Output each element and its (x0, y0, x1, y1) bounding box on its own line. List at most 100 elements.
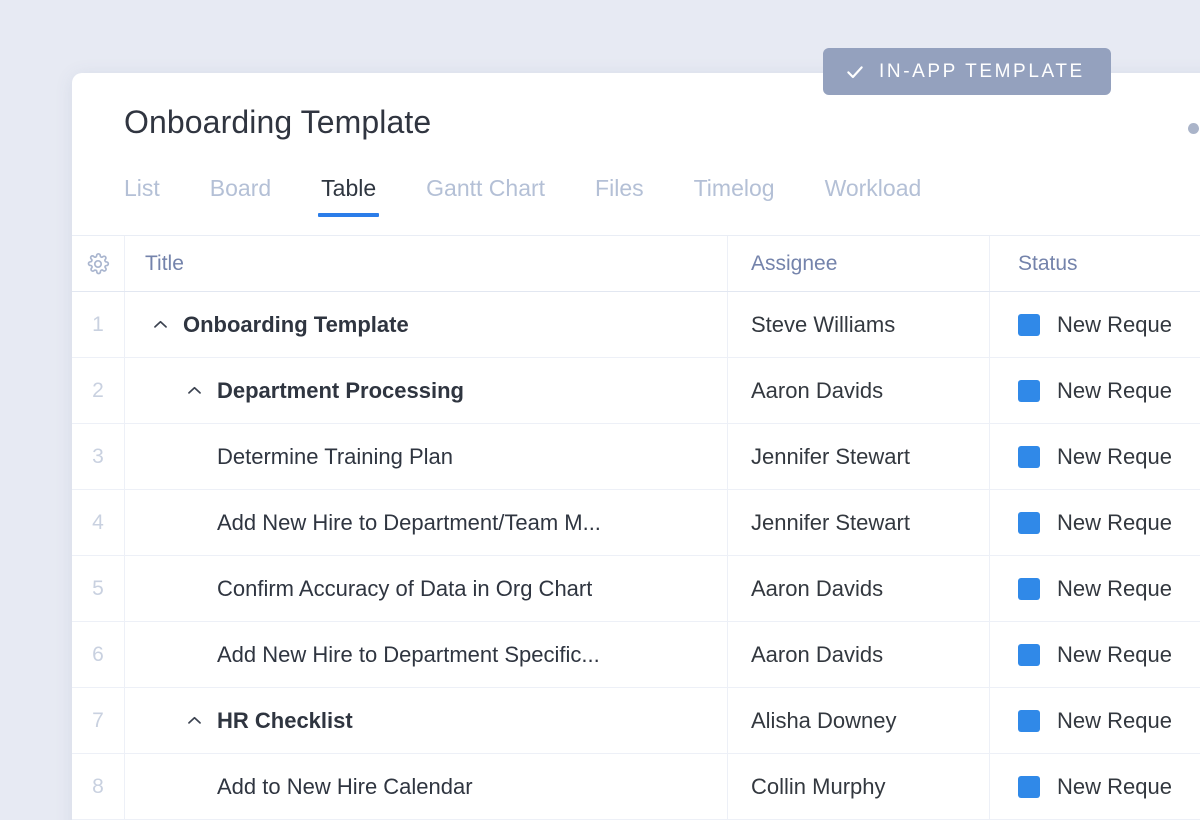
column-header-status-label: Status (1018, 251, 1078, 275)
status-color-swatch-icon (1018, 709, 1040, 732)
task-title-wrapper: Department Processing (145, 378, 464, 404)
task-title-wrapper: Add New Hire to Department Specific... (145, 642, 600, 668)
cell-title[interactable]: HR Checklist (125, 688, 728, 753)
column-header-title[interactable]: Title (125, 236, 728, 291)
cell-status[interactable]: New Reque (990, 556, 1200, 621)
assignee-name: Aaron Davids (751, 575, 884, 601)
status-badge: New Reque (1018, 642, 1172, 668)
row-number: 1 (72, 292, 125, 357)
column-header-status[interactable]: Status (990, 236, 1200, 291)
tab-table[interactable]: Table (318, 173, 380, 217)
cell-title[interactable]: Onboarding Template (125, 292, 728, 357)
cell-status[interactable]: New Reque (990, 358, 1200, 423)
tab-files[interactable]: Files (595, 173, 644, 217)
task-title: Onboarding Template (183, 311, 409, 337)
column-header-title-label: Title (145, 251, 184, 275)
row-number: 7 (72, 688, 125, 753)
cell-title[interactable]: Add New Hire to Department/Team M... (125, 490, 728, 555)
status-color-swatch-icon (1018, 511, 1040, 534)
task-title-wrapper: Confirm Accuracy of Data in Org Chart (145, 576, 592, 602)
cell-status[interactable]: New Reque (990, 622, 1200, 687)
task-title: Add New Hire to Department Specific... (217, 641, 600, 667)
cell-status[interactable]: New Reque (990, 424, 1200, 489)
assignee-name: Jennifer Stewart (751, 509, 910, 535)
cell-assignee[interactable]: Jennifer Stewart (728, 490, 990, 555)
task-title-wrapper: Determine Training Plan (145, 444, 453, 470)
chevron-up-icon (154, 320, 167, 328)
status-color-swatch-icon (1018, 313, 1040, 336)
tab-workload[interactable]: Workload (825, 173, 922, 217)
task-title: Add to New Hire Calendar (217, 773, 473, 799)
page-title: Onboarding Template (124, 104, 432, 140)
tab-list[interactable]: List (124, 173, 160, 217)
column-settings-button[interactable] (72, 236, 125, 291)
in-app-template-badge: IN-APP TEMPLATE (823, 48, 1111, 95)
badge-label: IN-APP TEMPLATE (879, 60, 1085, 82)
table-row[interactable]: 5 Confirm Accuracy of Data in Org Chart Aa… (72, 556, 1200, 622)
task-title-wrapper: HR Checklist (145, 708, 353, 734)
cell-assignee[interactable]: Aaron Davids (728, 556, 990, 621)
project-card: Onboarding Template List Board Table Gantt … (72, 73, 1200, 820)
cell-status[interactable]: New Reque (990, 490, 1200, 555)
gear-icon (87, 252, 110, 274)
cell-title[interactable]: Add to New Hire Calendar (125, 754, 728, 819)
chevron-up-icon (188, 386, 201, 394)
task-title: HR Checklist (217, 707, 353, 733)
status-label: New Reque (1057, 707, 1172, 733)
check-icon (847, 65, 863, 78)
cell-title[interactable]: Determine Training Plan (125, 424, 728, 489)
cell-status[interactable]: New Reque (990, 754, 1200, 819)
column-header-assignee[interactable]: Assignee (728, 236, 990, 291)
status-color-swatch-icon (1018, 775, 1040, 798)
status-color-swatch-icon (1018, 643, 1040, 666)
row-number: 2 (72, 358, 125, 423)
cell-title[interactable]: Confirm Accuracy of Data in Org Chart (125, 556, 728, 621)
cell-assignee[interactable]: Aaron Davids (728, 622, 990, 687)
cell-assignee[interactable]: Steve Williams (728, 292, 990, 357)
cell-assignee[interactable]: Alisha Downey (728, 688, 990, 753)
table-row[interactable]: 1 Onboarding Template Steve Williams New Re… (72, 292, 1200, 358)
assignee-name: Jennifer Stewart (751, 443, 910, 469)
status-color-swatch-icon (1018, 577, 1040, 600)
status-badge: New Reque (1018, 510, 1172, 536)
table-row[interactable]: 8 Add to New Hire Calendar Collin Murphy Ne… (72, 754, 1200, 820)
table-row[interactable]: 6 Add New Hire to Department Specific... A… (72, 622, 1200, 688)
cell-title[interactable]: Add New Hire to Department Specific... (125, 622, 728, 687)
table-body: 1 Onboarding Template Steve Williams New Re… (72, 292, 1200, 820)
row-number: 8 (72, 754, 125, 819)
tab-timelog[interactable]: Timelog (694, 173, 775, 217)
table-row[interactable]: 4 Add New Hire to Department/Team M... Jen… (72, 490, 1200, 556)
cell-assignee[interactable]: Jennifer Stewart (728, 424, 990, 489)
status-color-swatch-icon (1018, 445, 1040, 468)
status-badge: New Reque (1018, 774, 1172, 800)
screenshot-stage: Onboarding Template List Board Table Gantt … (0, 0, 1200, 820)
task-title: Determine Training Plan (217, 443, 454, 469)
cell-assignee[interactable]: Collin Murphy (728, 754, 990, 819)
task-title: Department Processing (217, 377, 464, 403)
status-label: New Reque (1057, 575, 1172, 601)
cell-status[interactable]: New Reque (990, 688, 1200, 753)
cell-status[interactable]: New Reque (990, 292, 1200, 357)
status-badge: New Reque (1018, 312, 1172, 338)
cell-title[interactable]: Department Processing (125, 358, 728, 423)
row-number: 4 (72, 490, 125, 555)
more-options-dot-icon[interactable] (1188, 123, 1199, 134)
status-badge: New Reque (1018, 378, 1172, 404)
view-tabs: List Board Table Gantt Chart Files Timelog Wor… (124, 173, 921, 217)
table-row[interactable]: 2 Department Processing Aaron Davids New Re… (72, 358, 1200, 424)
cell-assignee[interactable]: Aaron Davids (728, 358, 990, 423)
row-number: 5 (72, 556, 125, 621)
tab-board[interactable]: Board (210, 173, 271, 217)
table-row[interactable]: 3 Determine Training Plan Jennifer Stewart… (72, 424, 1200, 490)
status-label: New Reque (1057, 509, 1172, 535)
table-row[interactable]: 7 HR Checklist Alisha Downey New Reque (72, 688, 1200, 754)
task-title: Add New Hire to Department/Team M... (217, 509, 601, 535)
status-label: New Reque (1057, 443, 1172, 469)
tab-gantt-chart[interactable]: Gantt Chart (426, 173, 545, 217)
status-badge: New Reque (1018, 708, 1172, 734)
assignee-name: Steve Williams (751, 311, 896, 337)
assignee-name: Aaron Davids (751, 641, 884, 667)
status-label: New Reque (1057, 641, 1172, 667)
status-label: New Reque (1057, 377, 1172, 403)
task-title-wrapper: Onboarding Template (145, 312, 409, 338)
